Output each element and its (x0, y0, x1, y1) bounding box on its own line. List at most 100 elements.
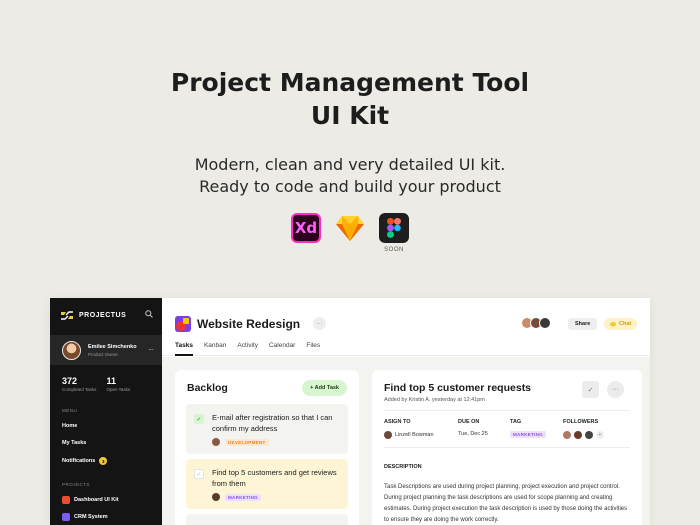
sidebar-item-label: Notifications (62, 458, 96, 464)
stat-label: Open Tasks (106, 387, 131, 392)
projects-section-label: PROJECTS (62, 482, 91, 487)
logo-icon (61, 311, 73, 320)
add-task-button[interactable]: + Add Task (302, 380, 347, 396)
task-title: E-mail after registration so that I can … (212, 413, 333, 433)
add-follower-icon[interactable]: + (596, 431, 604, 439)
task-stats: 372 Completed Tasks 11 Open Tasks (62, 376, 130, 392)
avatar (212, 438, 220, 446)
tab-kanban[interactable]: Kanban (204, 342, 226, 356)
checkbox-icon[interactable]: ✓ (194, 469, 204, 479)
sidebar-item-label: CRM System (74, 514, 108, 520)
sidebar-item-crm-system[interactable]: CRM System (62, 513, 108, 521)
hero-subtitle: Modern, clean and very detailed UI kit. … (0, 154, 700, 198)
tag-badge: MARKETING (225, 493, 261, 501)
task-card[interactable]: ✓ Find top 5 customers and get reviews f… (186, 459, 348, 509)
field-label-due: DUE ON (458, 419, 480, 425)
hero-title-line2: UI Kit (310, 101, 390, 130)
project-icon (62, 496, 70, 504)
field-followers[interactable]: + (563, 431, 604, 439)
tag-badge: DEVELOPMENT (225, 438, 269, 446)
project-header: Website Redesign ··· Tasks Kanban Activi… (162, 298, 650, 356)
brand-name: PROJECTUS (79, 312, 127, 319)
sidebar: PROJECTUS Emilee Simchenko Product Owner… (50, 298, 162, 525)
task-detail: Find top 5 customer requests Added by Kr… (372, 370, 642, 525)
field-label-followers: FOLLOWERS (563, 419, 599, 425)
page-title: Website Redesign (197, 317, 301, 331)
hero-subtitle-line1: Modern, clean and very detailed UI kit. (194, 155, 506, 174)
tool-figma: SOON (379, 213, 409, 253)
stat-value: 372 (62, 376, 78, 386)
tab-activity[interactable]: Activity (237, 342, 258, 356)
more-icon[interactable]: ··· (607, 381, 624, 398)
chat-icon (610, 321, 616, 327)
mark-complete-button[interactable]: ✓ (582, 381, 599, 398)
more-icon[interactable]: ··· (313, 317, 326, 330)
figma-caption: SOON (384, 247, 404, 253)
chat-button[interactable]: Chat (604, 318, 638, 330)
tab-tasks[interactable]: Tasks (175, 342, 193, 356)
sidebar-item-dashboard-ui-kit[interactable]: Dashboard UI Kit (62, 496, 119, 504)
search-icon[interactable] (145, 310, 153, 318)
checkbox-checked-icon[interactable]: ✓ (194, 414, 204, 424)
sketch-icon (335, 213, 365, 243)
tab-files[interactable]: Files (306, 342, 320, 356)
task-title: Find top 5 customers and get reviews fro… (212, 468, 337, 488)
chat-label: Chat (619, 321, 632, 327)
column-title: Backlog (187, 382, 228, 394)
hero-title: Project Management Tool UI Kit (0, 66, 700, 132)
notification-badge: 3 (99, 457, 108, 465)
team-avatars[interactable] (521, 317, 551, 329)
sidebar-item-label: Home (62, 423, 78, 429)
stat-completed: 372 Completed Tasks (62, 376, 96, 392)
tag-badge: MARKETING (510, 431, 546, 438)
app-window: PROJECTUS Emilee Simchenko Product Owner… (50, 298, 650, 525)
assignee-name: Linzell Bowman (395, 432, 434, 438)
description-text: Task Descriptions are used during projec… (384, 484, 628, 523)
task-meta: DEVELOPMENT (212, 438, 269, 446)
sidebar-item-notifications[interactable]: Notifications 3 (62, 457, 108, 465)
tab-calendar[interactable]: Calendar (269, 342, 295, 356)
avatar (585, 431, 593, 439)
stat-open: 11 Open Tasks (106, 376, 130, 392)
description-label: DESCRIPTION (384, 464, 422, 470)
user-name: Emilee Simchenko (88, 343, 137, 350)
task-card[interactable]: ✓ E-mail after registration so that I ca… (186, 404, 348, 454)
xd-icon: Xd (291, 213, 321, 243)
sidebar-item-label: My Tasks (62, 440, 87, 446)
avatar (574, 431, 582, 439)
more-icon[interactable]: ··· (148, 345, 154, 354)
main-panel: Website Redesign ··· Tasks Kanban Activi… (162, 298, 650, 525)
hero-subtitle-line2: Ready to code and build your product (199, 177, 501, 196)
avatar (384, 431, 392, 439)
divider (384, 410, 630, 411)
share-button[interactable]: Share (568, 318, 598, 330)
hero-title-line1: Project Management Tool (170, 68, 530, 97)
stat-value: 11 (106, 376, 116, 386)
project-logo-icon (175, 316, 191, 332)
tab-bar: Tasks Kanban Activity Calendar Files (175, 342, 320, 356)
stat-label: Completed Tasks (62, 387, 97, 392)
sidebar-item-home[interactable]: Home (62, 423, 77, 429)
sidebar-item-my-tasks[interactable]: My Tasks (62, 440, 86, 446)
task-added-by: Added by Kristin A. yesterday at 12:41pm (384, 397, 485, 403)
avatar (563, 431, 571, 439)
backlog-column: Backlog + Add Task ✓ E-mail after regist… (175, 370, 359, 525)
tool-icons: Xd SOON (0, 213, 700, 253)
avatar (539, 317, 551, 329)
user-role: Product Owner (88, 351, 119, 357)
field-assignee[interactable]: Linzell Bowman (384, 431, 434, 439)
field-tag[interactable]: MARKETING (510, 431, 546, 438)
task-meta: MARKETING (212, 493, 261, 501)
field-label-assign: ASIGN TO (384, 419, 411, 425)
task-card[interactable] (186, 514, 348, 525)
brand[interactable]: PROJECTUS (61, 311, 126, 320)
field-label-tag: TAG (510, 419, 522, 425)
tool-xd: Xd (291, 213, 321, 253)
task-detail-title: Find top 5 customer requests (384, 382, 532, 394)
user-profile[interactable]: Emilee Simchenko Product Owner ··· (50, 335, 162, 365)
divider (384, 447, 630, 448)
avatar (62, 340, 81, 360)
project-icon (62, 513, 70, 521)
field-due-date[interactable]: Tue, Dec 25 (458, 431, 488, 437)
avatar (212, 493, 220, 501)
